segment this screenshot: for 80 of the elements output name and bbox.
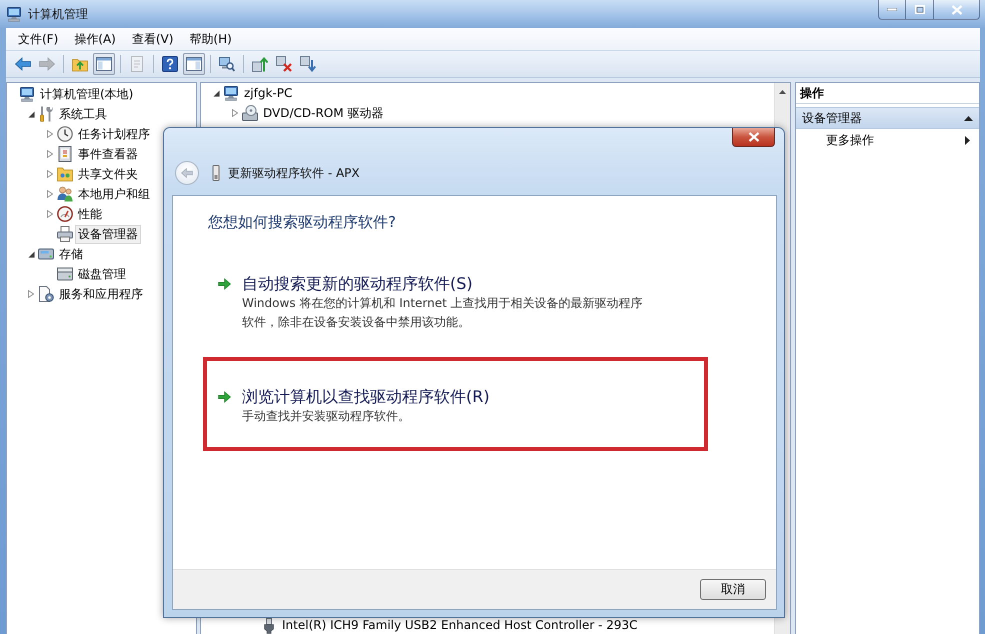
tree-item[interactable]: 事件查看器: [75, 144, 141, 164]
tree-item[interactable]: 服务和应用程序: [56, 284, 146, 304]
scroll-up-arrow-icon: [779, 90, 786, 94]
tree-item[interactable]: 性能: [75, 204, 105, 224]
document-gear-icon: [38, 286, 54, 302]
disc-drive-icon: [242, 105, 258, 121]
cross-icon: [276, 56, 292, 72]
cancel-button[interactable]: 取消: [700, 579, 766, 600]
printer-icon: [57, 226, 73, 242]
pane-icon: [96, 56, 112, 72]
clock-icon: [57, 126, 73, 142]
dialog-title: 更新驱动程序软件 - APX: [228, 164, 360, 182]
gauge-icon: [57, 206, 73, 222]
help-icon: [162, 56, 178, 72]
tree-item[interactable]: DVD/CD-ROM 驱动器: [260, 104, 386, 122]
computer-icon: [6, 6, 22, 22]
tree-item[interactable]: 磁盘管理: [75, 264, 129, 284]
collapsed-arrow-icon[interactable]: [47, 170, 53, 178]
hard-disk-icon: [57, 266, 73, 282]
menu-item[interactable]: 帮助(H): [183, 28, 238, 50]
menu-item[interactable]: 操作(A): [68, 28, 122, 50]
collapsed-arrow-icon[interactable]: [47, 150, 53, 158]
computer-icon: [19, 86, 35, 102]
collapsed-arrow-icon[interactable]: [47, 210, 53, 218]
book-icon: [57, 146, 73, 162]
action-pane-button[interactable]: [183, 53, 205, 75]
action-item[interactable]: 更多操作: [796, 129, 979, 151]
close-button[interactable]: [732, 128, 775, 147]
collapsed-arrow-icon[interactable]: [47, 130, 53, 138]
users-icon: [57, 186, 73, 202]
up-arrow-icon: [252, 56, 268, 72]
sheet-icon: [129, 56, 145, 72]
folder-icon: [57, 166, 73, 182]
tree-item[interactable]: 存储: [56, 244, 86, 264]
right-triangle-icon: [965, 136, 970, 144]
device-icon: [212, 165, 220, 181]
down-arrow-icon: [300, 56, 316, 72]
tree-item[interactable]: Intel(R) ICH9 Family USB2 Enhanced Host Controller - 293C: [279, 616, 641, 634]
collapsed-arrow-icon[interactable]: [232, 109, 238, 117]
tree-item[interactable]: 计算机管理(本地): [37, 84, 136, 104]
expanded-arrow-icon[interactable]: [28, 250, 34, 258]
actions-section[interactable]: 设备管理器: [796, 107, 979, 129]
tools-icon: [38, 106, 54, 122]
actions-header: 操作: [796, 83, 979, 104]
drive-icon: [38, 246, 54, 262]
magnifier-icon: [219, 56, 235, 72]
tree-item[interactable]: 设备管理器: [75, 224, 141, 244]
maximize-button[interactable]: [906, 0, 934, 20]
help-button[interactable]: [159, 53, 181, 75]
tree-item[interactable]: 系统工具: [56, 104, 110, 124]
tree-item[interactable]: 任务计划程序: [75, 124, 153, 144]
uninstall-button[interactable]: [297, 53, 319, 75]
menu-item[interactable]: 文件(F): [12, 28, 64, 50]
console-tree-button[interactable]: [93, 53, 115, 75]
maximize-icon: [914, 5, 924, 14]
right-arrow-icon: [218, 391, 231, 403]
minimize-icon: [887, 8, 897, 11]
computer-icon: [223, 85, 239, 101]
dialog-heading: 您想如何搜索驱动程序软件?: [208, 213, 396, 231]
collapsed-arrow-icon[interactable]: [28, 290, 34, 298]
right-arrow-icon: [218, 278, 231, 290]
expanded-arrow-icon[interactable]: [28, 110, 34, 118]
back-arrow-icon: [181, 168, 193, 178]
tree-item[interactable]: zjfgk-PC: [241, 84, 296, 102]
pane-icon: [186, 56, 202, 72]
command-link[interactable]: 自动搜索更新的驱动程序软件(S) Windows 将在您的计算机和 Internet 上查找用于相关设备的最新驱动程序软件，除非在设备安装设备中禁用该功能。: [203, 244, 708, 338]
window-title: 计算机管理: [28, 6, 88, 22]
close-icon: [950, 4, 962, 14]
tree-item[interactable]: 共享文件夹: [75, 164, 141, 184]
folder-up-icon: [72, 56, 88, 72]
command-link[interactable]: 浏览计算机以查找驱动程序软件(R) 手动查找并安装驱动程序软件。: [203, 357, 708, 451]
collapsed-arrow-icon[interactable]: [47, 190, 53, 198]
back-icon: [15, 56, 31, 72]
expanded-arrow-icon[interactable]: [212, 90, 220, 96]
menu-item[interactable]: 查看(V): [126, 28, 180, 50]
close-icon: [748, 132, 760, 142]
usb-plug-icon: [261, 618, 277, 634]
forward-icon: [39, 56, 55, 72]
minimize-button[interactable]: [878, 0, 906, 20]
tree-item[interactable]: 本地用户和组: [75, 184, 153, 204]
